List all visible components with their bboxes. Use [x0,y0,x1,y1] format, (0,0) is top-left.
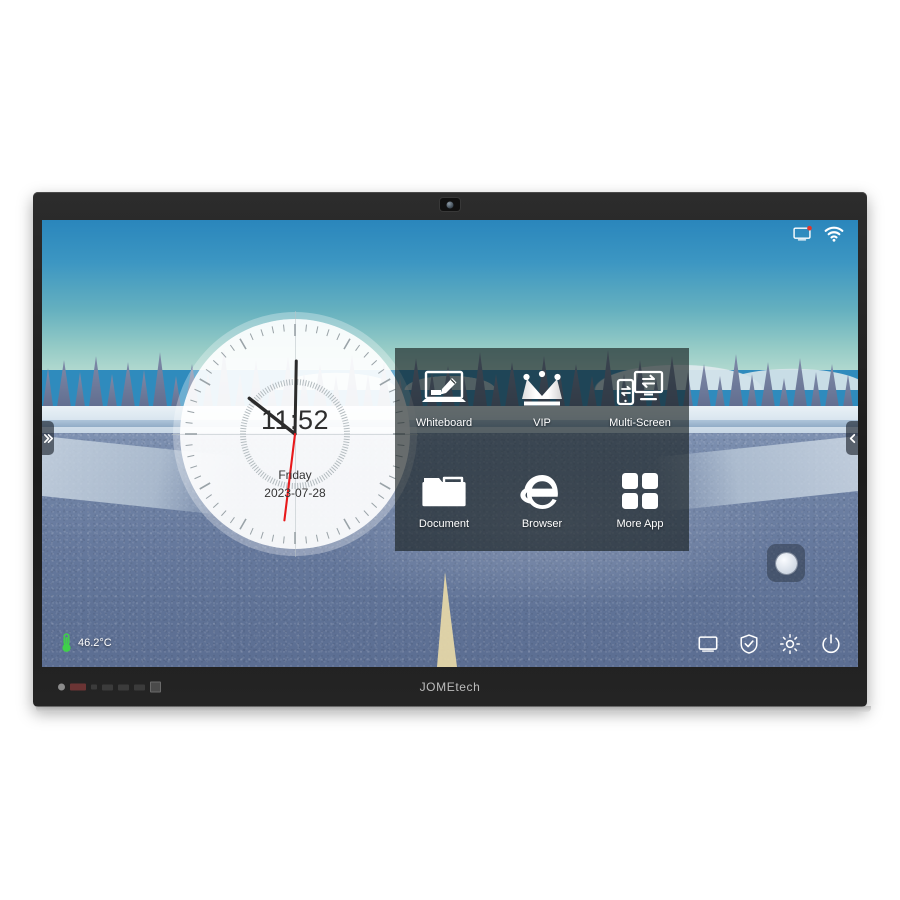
display-screen: 11:52 Friday 2023-07-28 Whiteboard VIP M… [42,220,858,667]
clock-date: 2023-07-28 [264,486,326,500]
system-tray [697,633,842,655]
clock-time: 11:52 [260,405,330,435]
wallpaper-lane-marking [437,572,457,667]
camera-icon [440,198,460,211]
power-indicator-led [58,683,65,691]
grid-apps-icon [616,470,664,512]
app-label: Multi-Screen [609,416,671,429]
floating-button-dot [775,552,797,574]
clock-widget[interactable]: 11:52 Friday 2023-07-28 [172,311,418,557]
temperature-widget: 46.2°C [60,633,112,653]
app-launcher-panel: Whiteboard VIP Multi-Screen Document Bro… [395,348,689,551]
app-label: More App [616,518,664,531]
app-tile-multi-screen[interactable]: Multi-Screen [591,348,689,450]
app-tile-browser[interactable]: Browser [493,450,591,552]
port-small [91,684,97,690]
floating-assistant-button[interactable] [767,544,805,582]
temperature-value: 46.2°C [78,637,112,649]
whiteboard-icon [420,369,468,411]
usb-port-2 [118,684,129,690]
usb-port-1 [102,684,113,690]
ir-receiver [70,683,86,691]
collapse-left-handle[interactable] [846,421,858,455]
internet-explorer-icon [518,470,566,512]
usb-port-3 [134,684,145,690]
expand-right-handle[interactable] [42,421,54,455]
app-tile-whiteboard[interactable]: Whiteboard [395,348,493,450]
bottom-bezel: JOMEtech [33,667,867,707]
settings-gear-icon[interactable] [779,633,801,655]
interactive-flat-panel-display: 11:52 Friday 2023-07-28 Whiteboard VIP M… [33,192,871,712]
app-label: VIP [533,416,551,429]
app-label: Browser [521,518,563,531]
screen-cast-icon[interactable] [792,224,812,244]
shield-check-icon[interactable] [738,633,760,655]
multi-screen-icon [616,369,664,411]
app-label: Whiteboard [415,416,473,429]
app-tile-more-app[interactable]: More App [591,450,689,552]
thermometer-icon [62,633,71,652]
card-slot [150,681,161,693]
power-icon[interactable] [820,633,842,655]
screen-share-icon[interactable] [697,633,719,655]
clock-day: Friday [278,468,312,482]
folder-icon [420,470,468,512]
crown-icon [518,369,566,411]
app-tile-document[interactable]: Document [395,450,493,552]
app-label: Document [418,518,470,531]
status-bar [792,224,844,244]
front-port-panel [58,681,161,693]
brand-logo: JOMEtech [419,680,481,694]
wifi-icon[interactable] [824,224,844,244]
app-tile-vip[interactable]: VIP [493,348,591,450]
top-bezel [33,192,867,220]
